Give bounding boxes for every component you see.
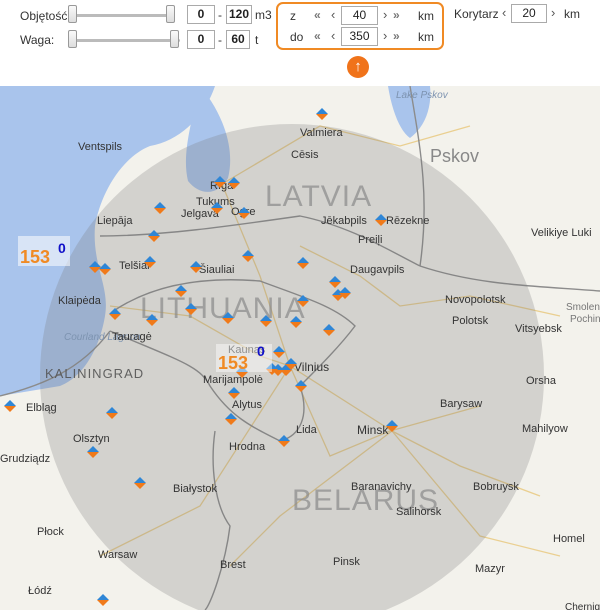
city-label-jekabpils: Jēkabpils xyxy=(321,215,367,227)
from-decrease-icon[interactable]: ‹ xyxy=(331,7,335,22)
weight-label: Waga: xyxy=(20,33,55,47)
city-label-rezekne: Rēzekne xyxy=(386,215,429,227)
city-label-valmiera: Valmiera xyxy=(300,127,343,139)
water-label-lake-pskov: Lake Pskov xyxy=(396,90,449,101)
city-label-minsk: Minsk xyxy=(357,423,389,437)
cluster-count-kaliningrad[interactable]: 153 xyxy=(20,247,50,267)
distance-to-unit: km xyxy=(418,30,434,44)
city-label-pinsk: Pinsk xyxy=(333,556,360,568)
corridor-unit: km xyxy=(564,7,580,21)
city-label-grudziadz: Grudziądz xyxy=(0,453,50,465)
diamond-pin-icon[interactable] xyxy=(4,400,16,412)
distance-from-input[interactable]: 40 xyxy=(341,6,378,25)
city-label-plock: Płock xyxy=(37,526,64,538)
city-label-klaipeda: Klaipėda xyxy=(58,295,102,307)
city-label-daugavpils: Daugavpils xyxy=(350,264,405,276)
city-label-preili: Preiļi xyxy=(358,234,382,246)
city-label-vitsyebsk: Vitsyebsk xyxy=(515,323,562,335)
volume-min-input[interactable]: 0 xyxy=(187,5,215,24)
weight-max-input[interactable]: 60 xyxy=(226,30,250,49)
city-label-siauliai: Šiauliai xyxy=(199,263,234,276)
volume-slider-min-handle[interactable] xyxy=(68,5,77,23)
city-label-lodz: Łódź xyxy=(28,585,52,597)
city-label-elblag: Elbląg xyxy=(26,402,57,414)
volume-unit: m3 xyxy=(255,8,272,22)
country-label-latvia: LATVIA xyxy=(265,180,372,213)
city-label-ventspils: Ventspils xyxy=(78,141,123,153)
city-label-olsztyn: Olsztyn xyxy=(73,433,110,445)
city-label-salihorsk: Salihorsk xyxy=(396,506,442,518)
country-label-lithuania: LITHUANIA xyxy=(140,292,306,325)
city-label-marijampole: Marijampolė xyxy=(203,374,263,386)
city-label-bobruysk: Bobruysk xyxy=(473,481,519,493)
corridor-decrease-icon[interactable]: ‹ xyxy=(502,5,506,20)
map-canvas: LATVIA LITHUANIA BELARUS Lake Pskov Cour… xyxy=(0,86,600,610)
corridor-input[interactable]: 20 xyxy=(511,4,547,23)
city-label-hrodna: Hrodna xyxy=(229,441,266,453)
city-label-alytus: Alytus xyxy=(232,399,262,411)
filter-toolbar: Objętość 0 - 120 m3 Waga: 0 - 60 t z « ‹… xyxy=(0,0,600,86)
distance-from-label: z xyxy=(290,9,296,23)
city-label-smolensk: Smolensk xyxy=(566,302,600,313)
to-decrease-icon[interactable]: ‹ xyxy=(331,28,335,43)
cluster-secondary-kaliningrad[interactable]: 0 xyxy=(58,240,66,256)
city-label-novopolotsk: Novopolotsk xyxy=(445,294,506,306)
city-label-lida: Lida xyxy=(296,424,318,436)
city-label-mahilyow: Mahilyow xyxy=(522,423,568,435)
corridor-increase-icon[interactable]: › xyxy=(551,5,555,20)
city-label-baranavichy: Baranavichy xyxy=(351,481,412,493)
city-label-polotsk: Polotsk xyxy=(452,315,489,327)
city-label-pochinok: Pochinok xyxy=(570,314,600,325)
volume-label: Objętość xyxy=(20,9,68,23)
weight-slider-max-handle[interactable] xyxy=(170,30,179,48)
diamond-pin-icon[interactable] xyxy=(97,594,109,606)
volume-slider-track[interactable] xyxy=(72,14,174,17)
cluster-secondary-kaunas[interactable]: 0 xyxy=(257,343,265,359)
city-label-vilnius: Vilnius xyxy=(294,360,329,374)
weight-min-input[interactable]: 0 xyxy=(187,30,215,49)
city-label-liepaja: Liepāja xyxy=(97,215,133,227)
volume-range-separator: - xyxy=(218,8,222,22)
weight-range-separator: - xyxy=(218,33,222,47)
weight-slider-track[interactable] xyxy=(72,39,180,42)
city-label-velikiye-luki: Velikiye Luki xyxy=(531,227,592,239)
from-increase-icon[interactable]: › xyxy=(383,7,387,22)
distance-to-label: do xyxy=(290,30,304,44)
distance-to-input[interactable]: 350 xyxy=(341,27,378,46)
city-label-cesis: Cēsis xyxy=(291,149,319,161)
diamond-pin-icon[interactable] xyxy=(316,108,328,120)
region-label-kaliningrad: KALININGRAD xyxy=(45,366,144,381)
distance-from-unit: km xyxy=(418,9,434,23)
distance-panel: z « ‹ 40 › » km do « ‹ 350 › » km xyxy=(276,2,444,50)
city-label-mazyr: Mazyr xyxy=(475,563,505,575)
city-label-brest: Brest xyxy=(220,559,246,571)
to-increase-fast-icon[interactable]: » xyxy=(393,29,400,43)
to-increase-icon[interactable]: › xyxy=(383,28,387,43)
city-label-barysaw: Barysaw xyxy=(440,398,482,410)
city-label-pskov: Pskov xyxy=(430,146,479,166)
city-label-homel: Homel xyxy=(553,533,585,545)
city-label-chernigov: Chernigov xyxy=(565,602,600,610)
from-increase-fast-icon[interactable]: » xyxy=(393,8,400,22)
weight-slider-min-handle[interactable] xyxy=(68,30,77,48)
city-label-taurage: Tauragė xyxy=(112,331,152,343)
corridor-label: Korytarz xyxy=(454,7,499,21)
volume-slider-max-handle[interactable] xyxy=(166,5,175,23)
city-label-bialystok: Białystok xyxy=(173,483,218,495)
volume-max-input[interactable]: 120 xyxy=(226,5,252,24)
city-label-orsha: Orsha xyxy=(526,375,557,387)
city-label-warsaw: Warsaw xyxy=(98,549,137,561)
to-decrease-fast-icon[interactable]: « xyxy=(314,29,321,43)
arrow-up-icon[interactable]: ↑ xyxy=(347,56,369,78)
from-decrease-fast-icon[interactable]: « xyxy=(314,8,321,22)
map-view[interactable]: LATVIA LITHUANIA BELARUS Lake Pskov Cour… xyxy=(0,86,600,610)
weight-unit: t xyxy=(255,33,259,47)
cluster-count-kaunas[interactable]: 153 xyxy=(218,353,248,373)
